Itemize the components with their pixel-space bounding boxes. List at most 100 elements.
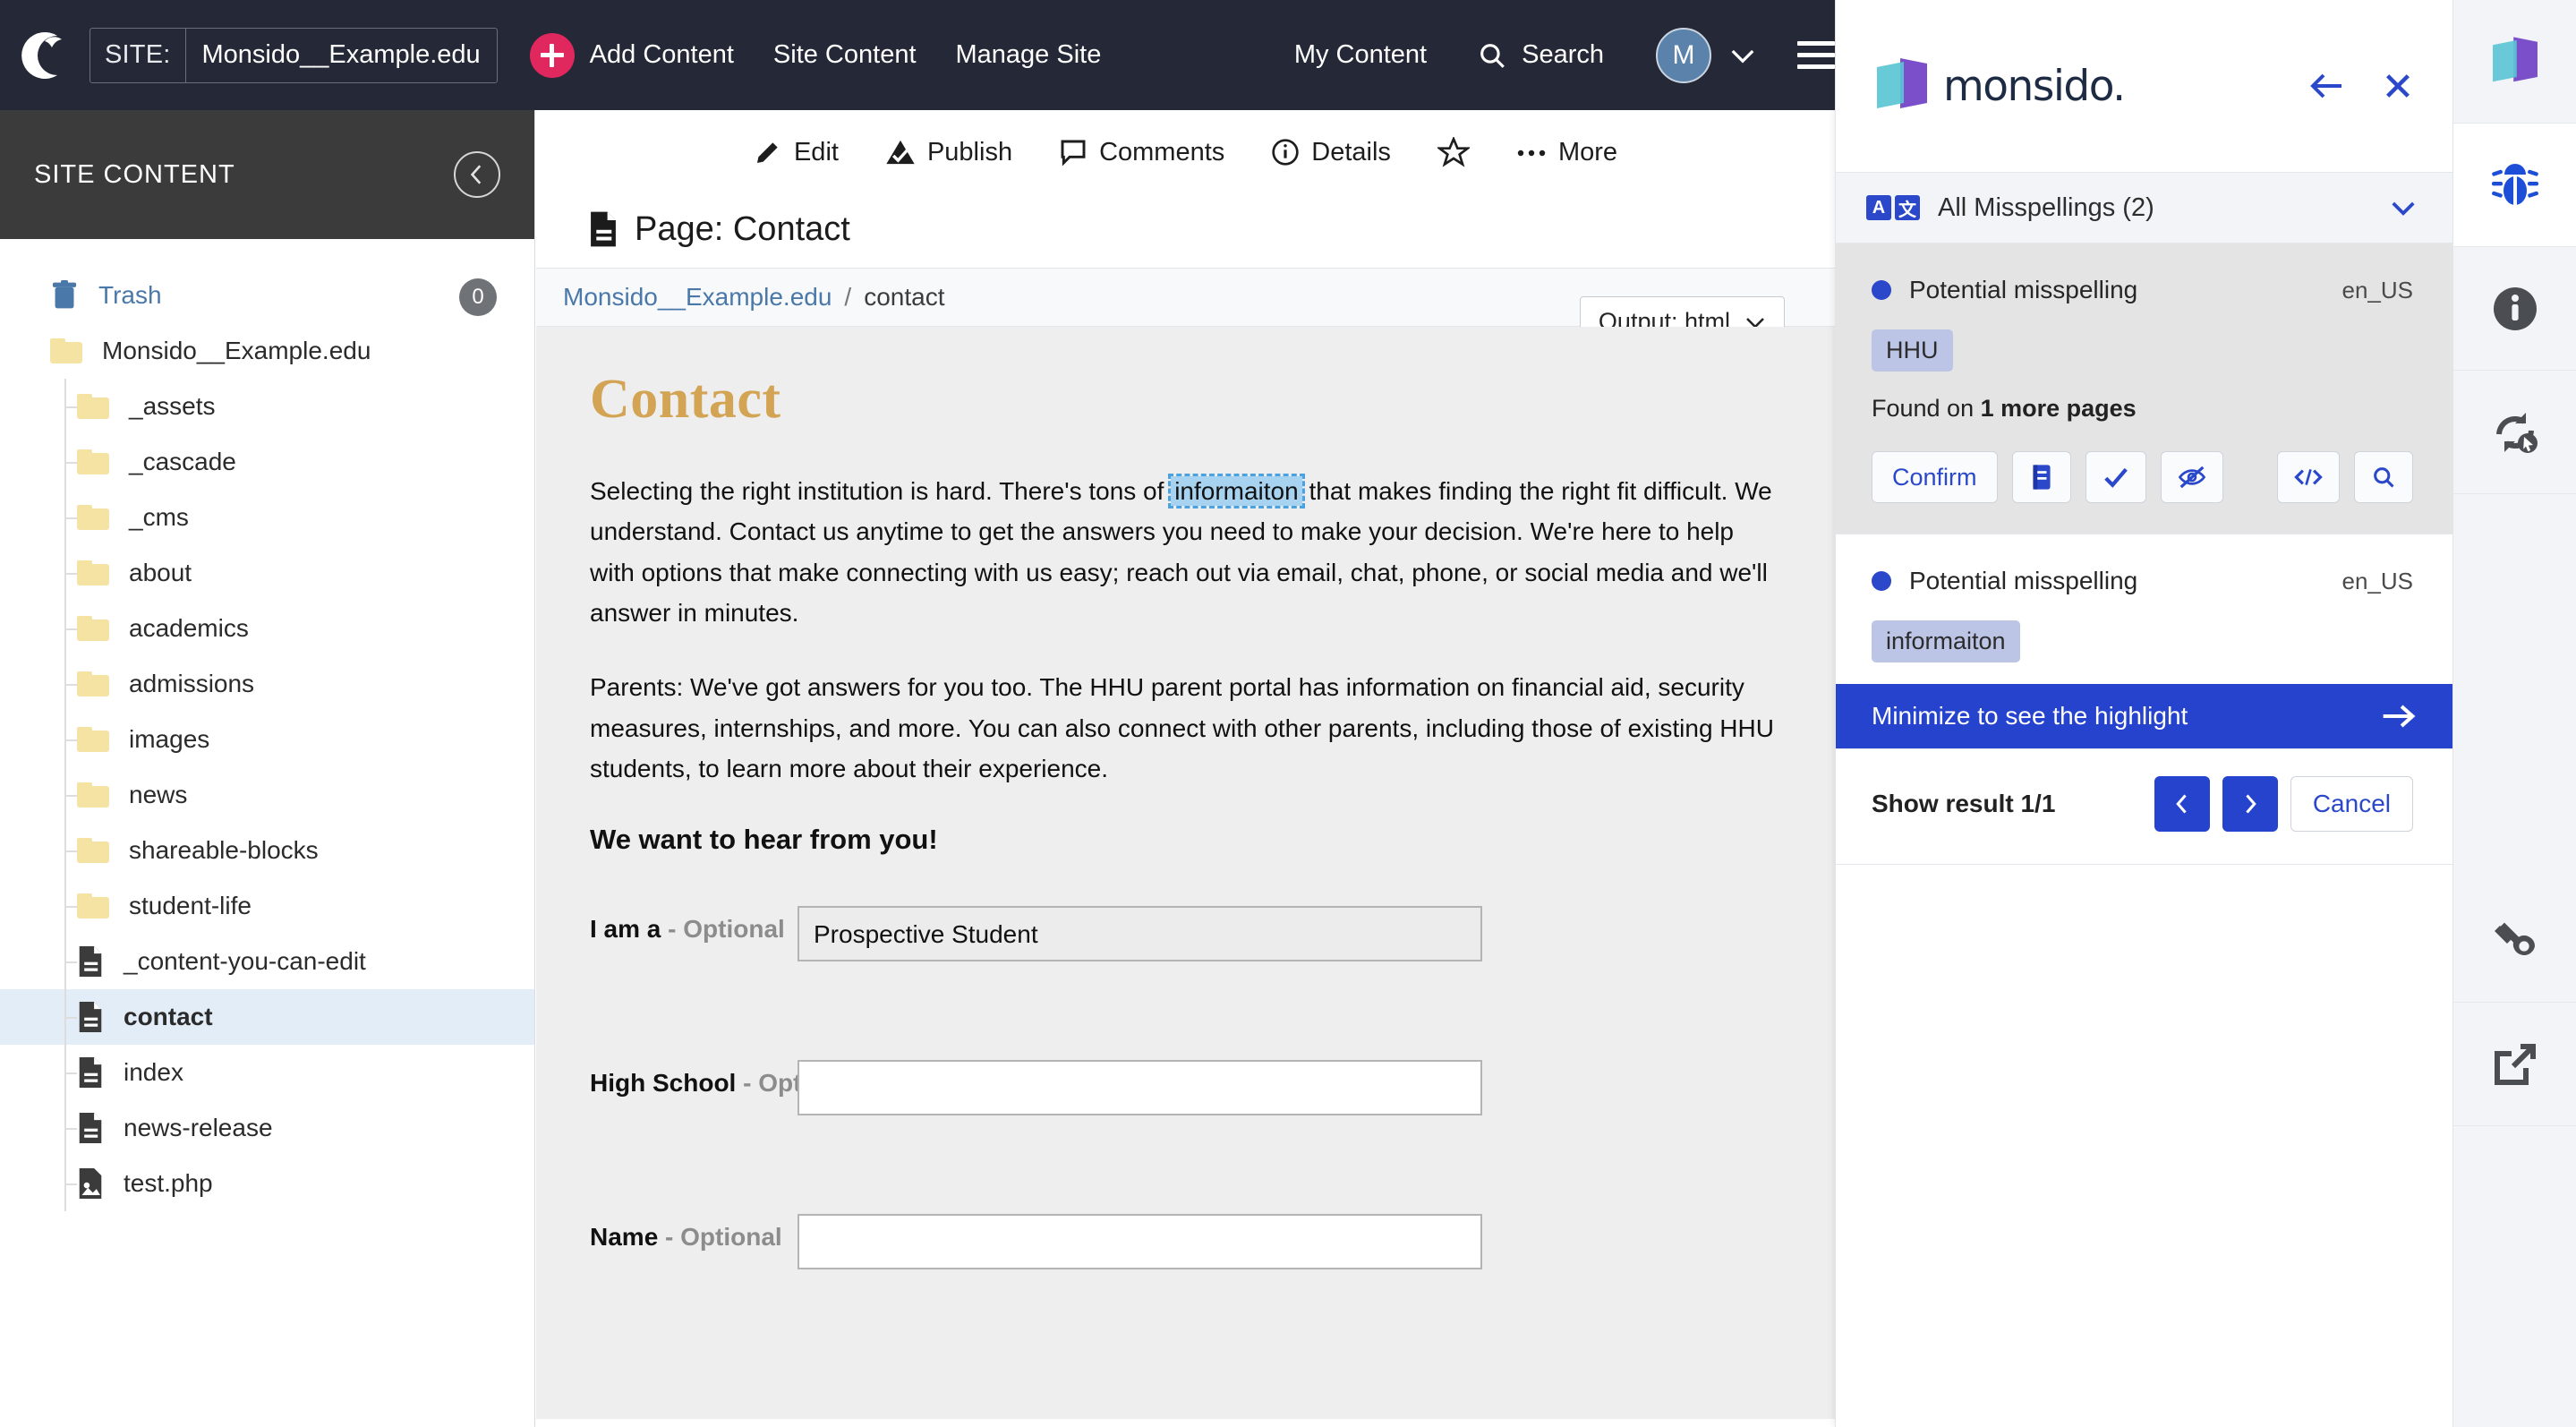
- breadcrumb-root-link[interactable]: Monsido__Example.edu: [563, 283, 832, 312]
- site-selector[interactable]: SITE: Monsido__Example.edu: [90, 27, 498, 83]
- tree-item-news[interactable]: news: [0, 767, 534, 823]
- card-status-label: Potential misspelling: [1909, 567, 2138, 594]
- tree-tick: [64, 1072, 77, 1074]
- tree-item--cms[interactable]: _cms: [0, 490, 534, 545]
- folder-icon: [77, 838, 109, 863]
- tree-tick: [64, 850, 77, 852]
- arrow-right-icon: [2379, 703, 2417, 730]
- card-header: Potential misspelling en_US: [1872, 276, 2413, 304]
- more-label: More: [1557, 137, 1618, 167]
- add-content-button[interactable]: Add Content: [529, 32, 734, 78]
- eye-off-icon[interactable]: [2160, 451, 2223, 503]
- misspellings-filter-header[interactable]: A ⽂ All Misspellings (2): [1836, 172, 2452, 244]
- tree-item-label: test.php: [124, 1169, 213, 1197]
- tree-item--content-you-can-edit[interactable]: _content-you-can-edit: [0, 934, 534, 989]
- chevron-down-icon[interactable]: [1729, 47, 1756, 64]
- tree-item-news-release[interactable]: news-release: [0, 1100, 534, 1156]
- avatar[interactable]: M: [1656, 27, 1711, 83]
- my-content-link[interactable]: My Content: [1294, 40, 1427, 70]
- tree-tick: [64, 406, 77, 408]
- tree-item-label: news-release: [124, 1114, 273, 1141]
- search-button[interactable]: Search: [1477, 40, 1604, 71]
- sidebar-collapse-button[interactable]: [454, 151, 500, 198]
- form-field-input[interactable]: Prospective Student: [798, 905, 1482, 961]
- hamburger-menu-icon[interactable]: [1797, 41, 1835, 69]
- tree-item-academics[interactable]: academics: [0, 601, 534, 656]
- publish-button[interactable]: Publish: [885, 138, 1012, 167]
- page-file-icon: [77, 1055, 104, 1089]
- minimize-bar-label: Minimize to see the highlight: [1872, 702, 2188, 730]
- search-icon: [1477, 40, 1507, 71]
- tree-item-monsido-example-edu[interactable]: Monsido__Example.edu: [0, 323, 534, 379]
- rail-monsido-logo-icon[interactable]: [2453, 0, 2576, 124]
- tree-item-index[interactable]: index: [0, 1045, 534, 1100]
- form-field-input[interactable]: [798, 1213, 1482, 1269]
- code-brackets-icon[interactable]: [2277, 451, 2340, 503]
- edit-button[interactable]: Edit: [754, 138, 839, 167]
- tree-rows: Monsido__Example.edu _assets _cascade _cms a…: [0, 323, 534, 1211]
- content-heading: Contact: [590, 369, 781, 430]
- rail-tools-icon[interactable]: [2453, 879, 2576, 1003]
- misspelling-card-hhu: Potential misspelling en_US HHU Found on…: [1836, 244, 2452, 534]
- folder-icon: [77, 616, 109, 641]
- found-on-count: 1 more pages: [1980, 395, 2137, 422]
- confirm-button[interactable]: Confirm: [1872, 451, 1998, 503]
- tree-item-trash[interactable]: Trash 0: [0, 268, 534, 323]
- tree-item-admissions[interactable]: admissions: [0, 656, 534, 712]
- folder-icon: [77, 782, 109, 807]
- minimize-to-see-highlight-bar[interactable]: Minimize to see the highlight: [1836, 684, 2452, 748]
- page-title-row: Page: Contact: [536, 182, 1835, 268]
- tree-item-label: news: [129, 781, 188, 808]
- previous-result-button[interactable]: [2154, 776, 2210, 832]
- content-paragraph-2: Parents: We've got answers for you too. …: [590, 673, 1774, 783]
- comments-button[interactable]: Comments: [1059, 138, 1224, 167]
- misspelled-word-highlight[interactable]: informaiton: [1168, 474, 1305, 508]
- more-button[interactable]: More: [1516, 138, 1617, 167]
- folder-icon: [50, 338, 82, 363]
- app-root: SITE: Monsido__Example.edu Add Content S…: [0, 0, 2576, 1427]
- form-row: I am a - Optional Prospective Student: [590, 905, 1781, 961]
- rail-page-refresh-cursor-icon[interactable]: [2453, 371, 2576, 494]
- status-dot-icon: [1872, 571, 1891, 591]
- tree-item-test-php[interactable]: test.php: [0, 1156, 534, 1211]
- tree-item-label: admissions: [129, 670, 255, 697]
- folder-icon: [77, 671, 109, 696]
- check-icon[interactable]: [2085, 451, 2146, 503]
- tree-item--assets[interactable]: _assets: [0, 379, 534, 434]
- tree-tick: [64, 1128, 77, 1130]
- rail-info-circle-filled-icon[interactable]: [2453, 247, 2576, 371]
- main-content-area: Edit Publish Comments Details More Page:…: [536, 110, 1835, 1427]
- edit-label: Edit: [793, 137, 839, 167]
- chevron-down-icon[interactable]: [2390, 199, 2417, 217]
- dictionary-book-icon[interactable]: [2011, 451, 2071, 503]
- monsido-brand: monsido.: [1872, 53, 2126, 119]
- trash-icon: [50, 280, 79, 311]
- page-preview-body: Contact Selecting the right institution …: [536, 327, 1835, 1419]
- favorite-star-button[interactable]: [1437, 137, 1470, 167]
- cascade-logo-icon[interactable]: [0, 0, 86, 110]
- nav-site-content[interactable]: Site Content: [773, 40, 917, 70]
- arrow-left-icon[interactable]: [2309, 72, 2345, 100]
- next-result-button[interactable]: [2222, 776, 2278, 832]
- tree-tick: [64, 961, 77, 963]
- details-button[interactable]: Details: [1271, 138, 1391, 167]
- close-x-icon[interactable]: [2383, 71, 2413, 101]
- nav-manage-site[interactable]: Manage Site: [956, 40, 1102, 70]
- rail-external-link-icon[interactable]: [2453, 1003, 2576, 1126]
- tree-item-about[interactable]: about: [0, 545, 534, 601]
- tree-item-shareable-blocks[interactable]: shareable-blocks: [0, 823, 534, 878]
- form-field-input[interactable]: [798, 1059, 1482, 1115]
- sidebar-header: SITE CONTENT: [0, 110, 534, 239]
- rail-bug-icon[interactable]: [2453, 124, 2576, 247]
- tree-item-label: student-life: [129, 892, 252, 919]
- tree-item--cascade[interactable]: _cascade: [0, 434, 534, 490]
- my-content-label: My Content: [1293, 40, 1428, 69]
- tree-item-images[interactable]: images: [0, 712, 534, 767]
- status-dot-icon: [1872, 280, 1891, 300]
- search-icon[interactable]: [2354, 451, 2413, 503]
- rail-empty-gap-2: [2453, 1126, 2576, 1427]
- tree-item-student-life[interactable]: student-life: [0, 878, 534, 934]
- tree-item-contact[interactable]: contact: [0, 989, 534, 1045]
- pencil-icon: [754, 138, 782, 167]
- cancel-button[interactable]: Cancel: [2290, 776, 2413, 832]
